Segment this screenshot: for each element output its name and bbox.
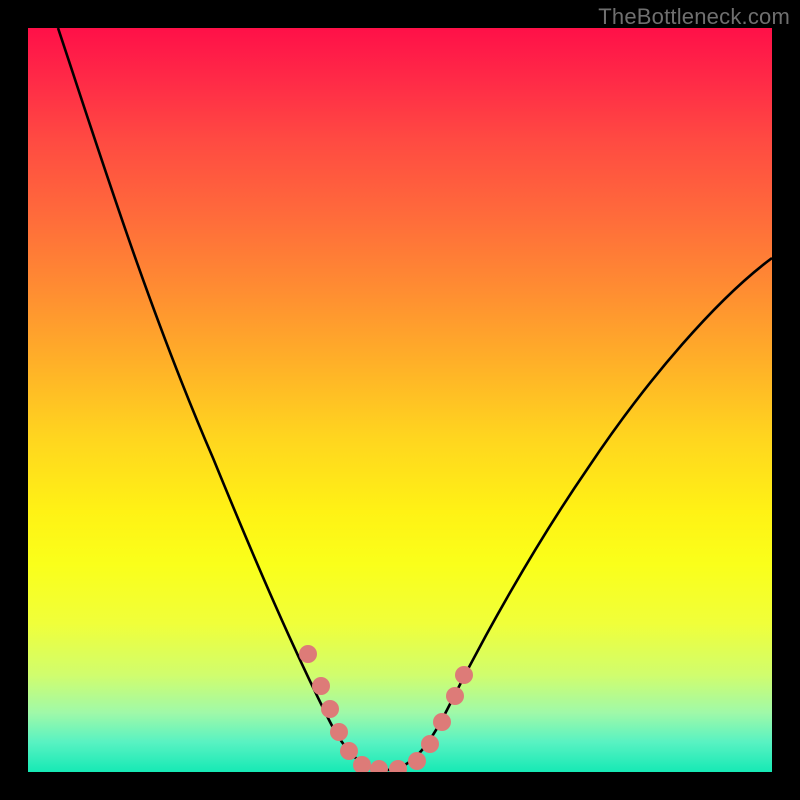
- plot-area: [28, 28, 772, 772]
- watermark-text: TheBottleneck.com: [598, 4, 790, 30]
- curve-path: [58, 28, 772, 770]
- chart-frame: TheBottleneck.com: [0, 0, 800, 800]
- bottleneck-curve: [28, 28, 772, 772]
